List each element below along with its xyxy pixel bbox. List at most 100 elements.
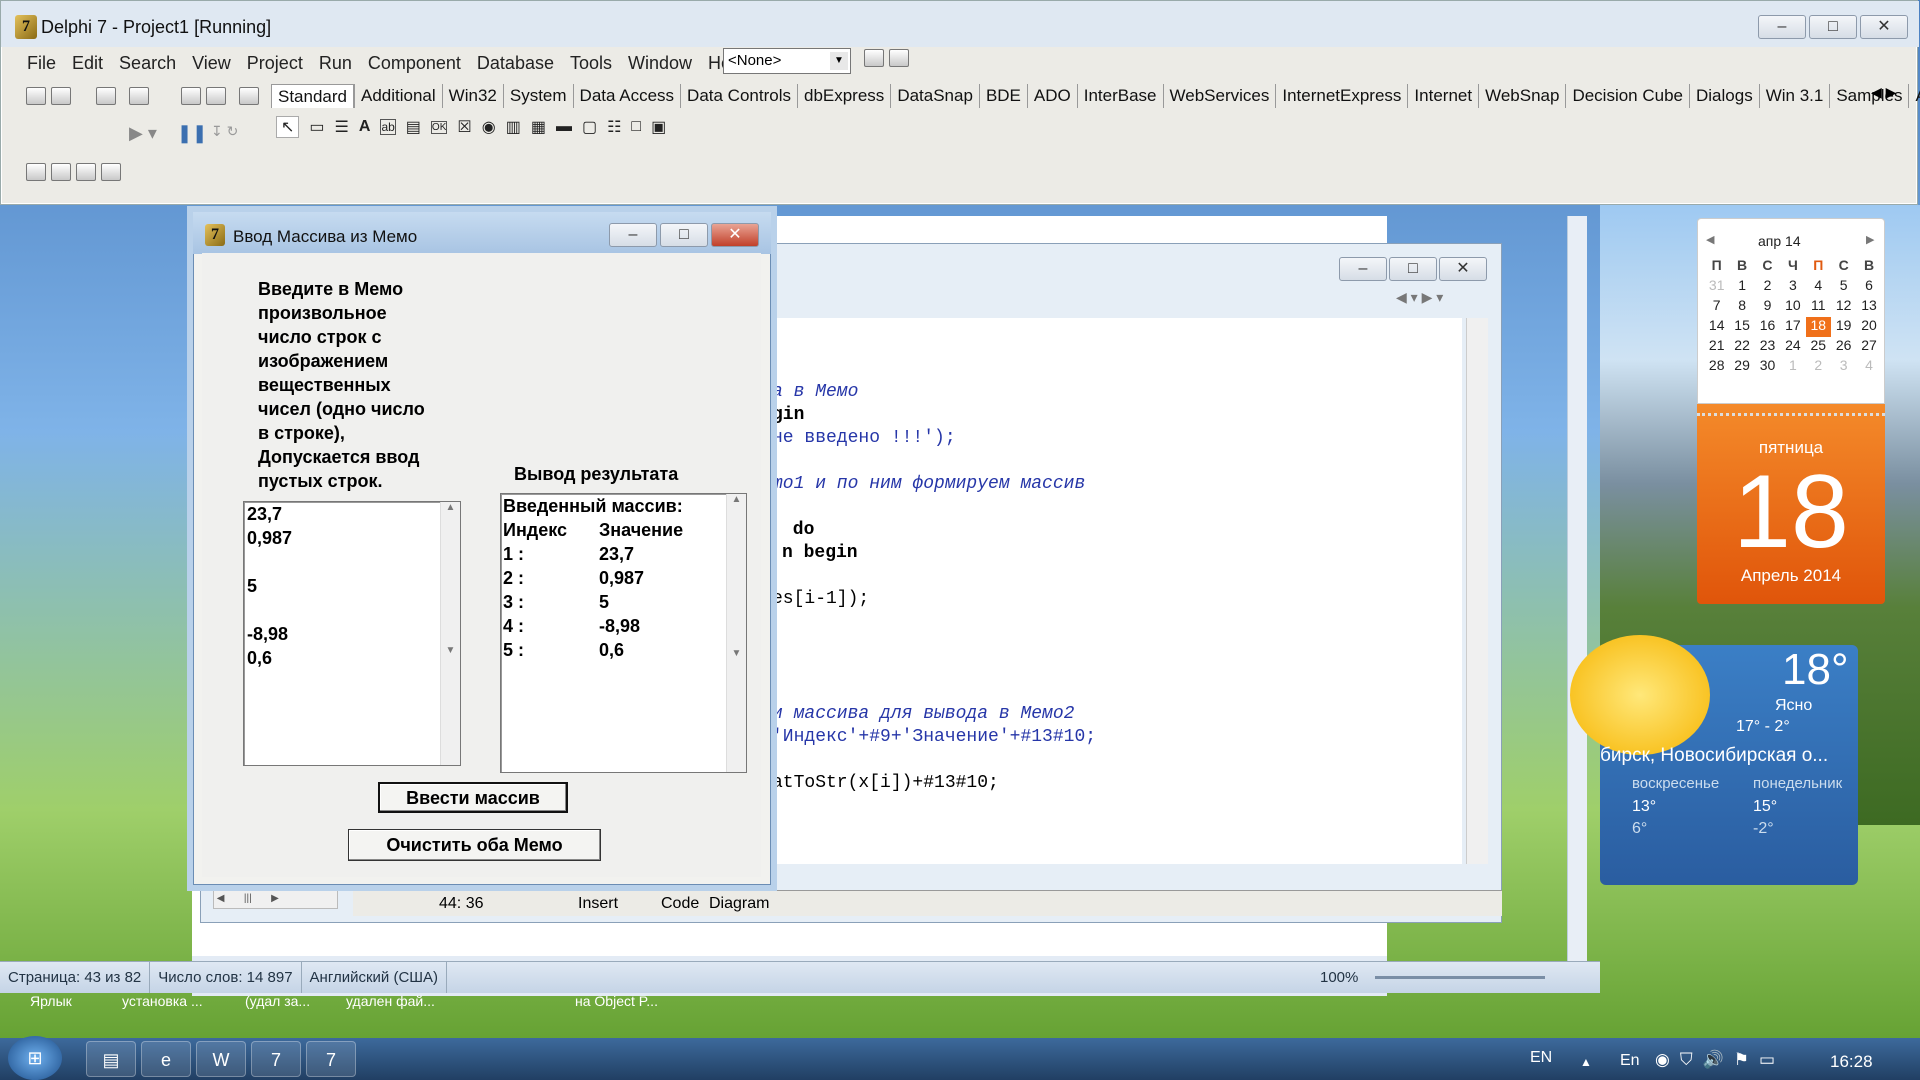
combobox-icon[interactable]: ▦ xyxy=(531,117,546,137)
calendar-day[interactable]: 25 xyxy=(1806,337,1831,357)
weather-gadget[interactable]: 18° Ясно 17° - 2° бирск, Новосибирская о… xyxy=(1570,635,1858,885)
delphi-taskbar-icon[interactable]: 7 xyxy=(251,1041,301,1077)
menu-edit[interactable]: Edit xyxy=(64,53,111,77)
tab-diagram[interactable]: Diagram xyxy=(709,895,769,913)
toolbar-icon-1[interactable] xyxy=(864,49,884,67)
tray-icons[interactable]: ◉⛉🔊⚑▭ xyxy=(1655,1050,1785,1070)
memo-input[interactable]: ▲ ▼ 23,7 0,987 5 -8,98 0,6 xyxy=(243,501,461,766)
run-icon[interactable]: ▶ ▾ xyxy=(129,123,157,144)
calendar-day[interactable]: 16 xyxy=(1755,317,1780,337)
add-file-icon[interactable] xyxy=(206,87,226,105)
pause-icon[interactable]: ❚❚ xyxy=(177,123,207,144)
menu-component[interactable]: Component xyxy=(360,53,469,77)
palette-tab-decision-cube[interactable]: Decision Cube xyxy=(1565,84,1689,108)
calendar-day[interactable]: 6 xyxy=(1856,277,1881,297)
menu-run[interactable]: Run xyxy=(311,53,360,77)
calendar-day[interactable]: 3 xyxy=(1831,357,1856,377)
calendar-day[interactable]: 11 xyxy=(1806,297,1831,317)
view-unit-icon[interactable] xyxy=(26,163,46,181)
calendar-prev-icon[interactable]: ◀ xyxy=(1706,233,1714,246)
calendar-day[interactable]: 26 xyxy=(1831,337,1856,357)
checkbox-icon[interactable]: ☒ xyxy=(457,117,471,137)
calendar-day[interactable]: 20 xyxy=(1856,317,1881,337)
menu-window[interactable]: Window xyxy=(620,53,700,77)
zoom-slider[interactable] xyxy=(1375,976,1545,979)
menu-database[interactable]: Database xyxy=(469,53,562,77)
form-maximize-button[interactable]: □ xyxy=(660,223,708,247)
calendar-day[interactable]: 2 xyxy=(1755,277,1780,297)
calendar-day[interactable]: 9 xyxy=(1755,297,1780,317)
clear-memos-button[interactable]: Очистить оба Мемо xyxy=(348,829,601,861)
panel-icon[interactable]: □ xyxy=(631,118,641,136)
desktop-label-4[interactable]: удален фай... xyxy=(346,993,435,1009)
calendar-day[interactable]: 23 xyxy=(1755,337,1780,357)
editor-nav-arrows[interactable]: ◀ ▾ ▶ ▾ xyxy=(1396,289,1443,306)
help-icon[interactable] xyxy=(239,87,259,105)
calendar-day[interactable]: 5 xyxy=(1831,277,1856,297)
new-form-icon[interactable] xyxy=(101,163,121,181)
palette-tab-system[interactable]: System xyxy=(502,84,573,108)
calendar-day[interactable]: 3 xyxy=(1780,277,1805,297)
calendar-day[interactable]: 4 xyxy=(1856,357,1881,377)
menu-file[interactable]: File xyxy=(19,53,64,77)
open-icon[interactable] xyxy=(51,87,71,105)
radiobutton-icon[interactable]: ◉ xyxy=(482,117,496,137)
palette-tab-interbase[interactable]: InterBase xyxy=(1076,84,1163,108)
calendar-day[interactable]: 2 xyxy=(1806,357,1831,377)
palette-tab-a[interactable]: A xyxy=(1908,84,1920,108)
ie-taskbar-icon[interactable]: e xyxy=(141,1041,191,1077)
calendar-day[interactable]: 31 xyxy=(1704,277,1729,297)
popupmenu-icon[interactable]: ☰ xyxy=(335,117,349,137)
palette-tab-samples[interactable]: Samples xyxy=(1829,84,1908,108)
calendar-day[interactable]: 21 xyxy=(1704,337,1729,357)
palette-scroll-arrows[interactable]: ◀ ▶ xyxy=(1871,84,1896,101)
palette-tab-bde[interactable]: BDE xyxy=(978,84,1027,108)
editor-minimize-button[interactable]: – xyxy=(1339,257,1387,281)
calendar-gadget[interactable]: ◀ апр 14 ▶ П В С Ч П С В 31 1 2 3 4 5 6 7 8 9 10 11 12 13 14 1… xyxy=(1697,218,1885,404)
calendar-day[interactable]: 24 xyxy=(1780,337,1805,357)
word-language[interactable]: Английский (США) xyxy=(302,962,448,993)
palette-tab-ado[interactable]: ADO xyxy=(1026,84,1077,108)
calendar-day[interactable]: 17 xyxy=(1780,317,1805,337)
editor-close-button[interactable]: ✕ xyxy=(1439,257,1487,281)
calendar-day[interactable]: 14 xyxy=(1704,317,1729,337)
palette-tab-webservices[interactable]: WebServices xyxy=(1162,84,1276,108)
calendar-day[interactable]: 22 xyxy=(1729,337,1754,357)
maximize-button[interactable]: □ xyxy=(1809,15,1857,39)
calendar-next-icon[interactable]: ▶ xyxy=(1866,233,1874,246)
desktop-label-5[interactable]: на Object P... xyxy=(575,993,658,1009)
actionlist-icon[interactable]: ▣ xyxy=(651,117,666,137)
toggle-form-unit-icon[interactable] xyxy=(76,163,96,181)
calendar-day[interactable]: 1 xyxy=(1780,357,1805,377)
chevron-down-icon[interactable]: ▼ xyxy=(830,52,848,70)
tray-lang[interactable]: En xyxy=(1620,1052,1640,1070)
project-taskbar-icon[interactable]: 7 xyxy=(306,1041,356,1077)
calendar-day[interactable]: 1 xyxy=(1729,277,1754,297)
desktop-label-2[interactable]: установка ... xyxy=(122,993,203,1009)
step-icons[interactable]: ↧ ↻ xyxy=(211,123,238,140)
palette-tab-dbexpress[interactable]: dbExpress xyxy=(796,84,890,108)
calendar-day[interactable]: 30 xyxy=(1755,357,1780,377)
palette-tab-data-controls[interactable]: Data Controls xyxy=(680,84,797,108)
memo-icon[interactable]: ▤ xyxy=(406,117,421,137)
language-indicator[interactable]: EN xyxy=(1530,1049,1552,1067)
button-icon[interactable]: OK xyxy=(430,120,448,134)
word-zoom[interactable]: 100% xyxy=(1312,962,1366,993)
word-vertical-scrollbar[interactable] xyxy=(1567,216,1587,961)
menu-project[interactable]: Project xyxy=(239,53,311,77)
scrollbar-icon[interactable]: ▬ xyxy=(556,118,572,136)
menu-search[interactable]: Search xyxy=(111,53,184,77)
view-form-icon[interactable] xyxy=(51,163,71,181)
palette-tab-websnap[interactable]: WebSnap xyxy=(1478,84,1565,108)
palette-tab-standard[interactable]: Standard xyxy=(271,84,354,108)
form-minimize-button[interactable]: – xyxy=(609,223,657,247)
memo-output-scrollbar[interactable]: ▲ ▼ xyxy=(726,494,746,772)
calendar-day[interactable]: 28 xyxy=(1704,357,1729,377)
open-project-icon[interactable] xyxy=(181,87,201,105)
form-close-button[interactable]: ✕ xyxy=(711,223,759,247)
close-button[interactable]: ✕ xyxy=(1860,15,1908,39)
calendar-day[interactable]: 13 xyxy=(1856,297,1881,317)
explorer-taskbar-icon[interactable]: ▤ xyxy=(86,1041,136,1077)
input-array-button[interactable]: Ввести массив xyxy=(378,782,568,813)
groupbox-icon[interactable]: ▢ xyxy=(582,117,597,137)
